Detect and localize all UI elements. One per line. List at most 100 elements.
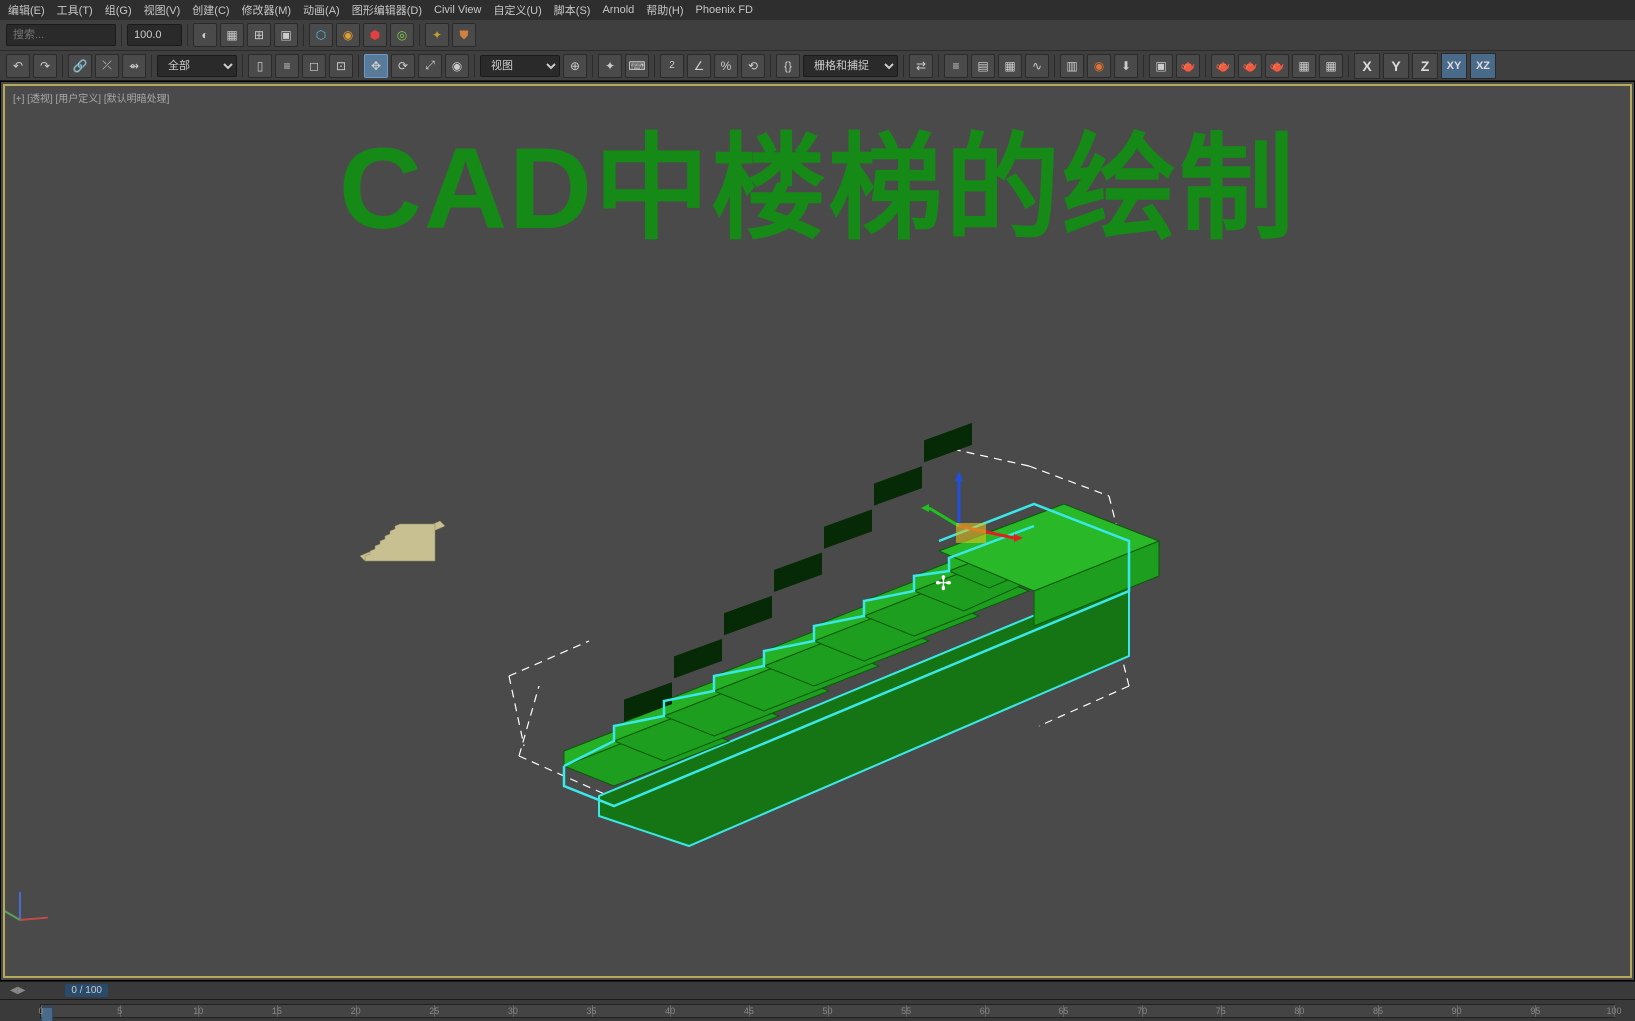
tool-btn-a7[interactable]: ⬢ [363, 23, 387, 47]
time-tick-label: 10 [193, 1006, 203, 1016]
axis-z-button[interactable]: Z [1412, 53, 1438, 79]
time-tick-label: 85 [1373, 1006, 1383, 1016]
menu-arnold[interactable]: Arnold [602, 4, 634, 16]
tool-btn-a2[interactable]: ▦ [220, 23, 244, 47]
time-tick-label: 40 [665, 1006, 675, 1016]
snap-percent-button[interactable]: % [714, 54, 738, 78]
time-tick-label: 80 [1294, 1006, 1304, 1016]
time-slider-track[interactable]: 0510152025303540455055606570758085909510… [0, 999, 1635, 1021]
tool-btn-a5[interactable]: ⬡ [309, 23, 333, 47]
timeline-bar: ◀▶ 0 / 100 [0, 981, 1635, 999]
keyboard-shortcut-button[interactable]: ⌨ [625, 54, 649, 78]
use-center-button[interactable]: ⊕ [563, 54, 587, 78]
menu-modifiers[interactable]: 修改器(M) [242, 2, 292, 18]
menu-help[interactable]: 帮助(H) [646, 2, 683, 18]
title-overlay-text: CAD中楼梯的绘制 [339, 96, 1296, 262]
select-region-button[interactable]: ◻ [302, 54, 326, 78]
time-tick-label: 65 [1058, 1006, 1068, 1016]
select-manipulate-button[interactable]: ✦ [598, 54, 622, 78]
spinner-input[interactable] [127, 24, 182, 46]
undo-button[interactable]: ↶ [6, 54, 30, 78]
link-button[interactable]: 🔗 [68, 54, 92, 78]
menu-scripting[interactable]: 脚本(S) [554, 2, 591, 18]
select-object-button[interactable]: ▯ [248, 54, 272, 78]
time-tick-label: 0 [38, 1006, 43, 1016]
viewport-axis-tripod-icon [20, 881, 60, 921]
selection-filter-dropdown[interactable]: 全部 [157, 55, 237, 77]
axis-y-button[interactable]: Y [1383, 53, 1409, 79]
bind-button[interactable]: ⇴ [122, 54, 146, 78]
toolbar-container: ◐ ▦ ⊞ ▣ ⬡ ◉ ⬢ ◎ ✦ ⛊ ↶ ↷ 🔗 ⤫ ⇴ 全部 ▯ ≡ ◻ ⊡… [0, 20, 1635, 81]
render-1[interactable]: 🫖 [1211, 54, 1235, 78]
placement-button[interactable]: ◉ [445, 54, 469, 78]
redo-button[interactable]: ↷ [33, 54, 57, 78]
axis-x-button[interactable]: X [1354, 53, 1380, 79]
time-tick-label: 20 [351, 1006, 361, 1016]
menu-customize[interactable]: 自定义(U) [494, 2, 542, 18]
time-tick-label: 75 [1216, 1006, 1226, 1016]
time-tick-label: 70 [1137, 1006, 1147, 1016]
tool-btn-a4[interactable]: ▣ [274, 23, 298, 47]
edit-named-sel-button[interactable]: {} [776, 54, 800, 78]
spinner-snap-button[interactable]: ⟲ [741, 54, 765, 78]
tool-btn-a6[interactable]: ◉ [336, 23, 360, 47]
curve-editor-button[interactable]: ∿ [1025, 54, 1049, 78]
time-tick-label: 15 [272, 1006, 282, 1016]
snap-2d-button[interactable]: 2 [660, 54, 684, 78]
menu-tools[interactable]: 工具(T) [57, 2, 93, 18]
time-ruler[interactable]: 0510152025303540455055606570758085909510… [40, 1004, 1615, 1018]
render-5[interactable]: ▦ [1319, 54, 1343, 78]
viewport-label[interactable]: [+] [透视] [用户定义] [默认明暗处理] [13, 90, 169, 105]
select-by-name-button[interactable]: ≡ [275, 54, 299, 78]
menu-animation[interactable]: 动画(A) [303, 2, 340, 18]
tool-btn-a10[interactable]: ⛊ [452, 23, 476, 47]
render-production-button[interactable]: 🫖 [1176, 54, 1200, 78]
move-button[interactable]: ✥ [364, 54, 388, 78]
render-frame-button[interactable]: ▣ [1149, 54, 1173, 78]
menu-edit[interactable]: 编辑(E) [8, 2, 45, 18]
perspective-viewport[interactable]: [+] [透视] [用户定义] [默认明暗处理] CAD中楼梯的绘制 [3, 84, 1632, 978]
schematic-view-button[interactable]: ▥ [1060, 54, 1084, 78]
time-tick-label: 60 [980, 1006, 990, 1016]
rotate-button[interactable]: ⟳ [391, 54, 415, 78]
timeline-arrow-icon[interactable]: ◀▶ [10, 985, 25, 996]
timeline-position-label: 0 / 100 [65, 984, 108, 997]
render-2[interactable]: 🫖 [1238, 54, 1262, 78]
time-tick-label: 95 [1530, 1006, 1540, 1016]
menu-graph-editors[interactable]: 图形编辑器(D) [352, 2, 422, 18]
time-tick-label: 25 [429, 1006, 439, 1016]
tool-btn-a8[interactable]: ◎ [390, 23, 414, 47]
toolbar-row-1: ◐ ▦ ⊞ ▣ ⬡ ◉ ⬢ ◎ ✦ ⛊ [0, 20, 1635, 50]
time-tick-label: 35 [587, 1006, 597, 1016]
ref-coord-dropdown[interactable]: 视图 [480, 55, 560, 77]
named-selection-dropdown[interactable]: 栅格和捕捉 [803, 55, 898, 77]
search-input[interactable] [6, 24, 116, 46]
small-stair-object[interactable] [350, 506, 450, 566]
tool-btn-a1[interactable]: ◐ [193, 23, 217, 47]
staircase-object[interactable] [469, 376, 1069, 776]
snap-angle-button[interactable]: ∠ [687, 54, 711, 78]
render-4[interactable]: ▦ [1292, 54, 1316, 78]
align-button[interactable]: ≡ [944, 54, 968, 78]
menu-civil-view[interactable]: Civil View [434, 4, 481, 16]
toggle-ribbon-button[interactable]: ▦ [998, 54, 1022, 78]
material-editor-button[interactable]: ◉ [1087, 54, 1111, 78]
mirror-button[interactable]: ⇄ [909, 54, 933, 78]
layer-explorer-button[interactable]: ▤ [971, 54, 995, 78]
time-tick-label: 55 [901, 1006, 911, 1016]
menu-view[interactable]: 视图(V) [144, 2, 181, 18]
axis-xy-button[interactable]: XY [1441, 53, 1467, 79]
time-tick-label: 50 [822, 1006, 832, 1016]
menu-phoenix[interactable]: Phoenix FD [696, 4, 753, 16]
render-3[interactable]: 🫖 [1265, 54, 1289, 78]
menu-create[interactable]: 创建(C) [192, 2, 229, 18]
stair-geometry [564, 422, 1159, 845]
render-setup-button[interactable]: ⬇ [1114, 54, 1138, 78]
window-crossing-button[interactable]: ⊡ [329, 54, 353, 78]
scale-button[interactable]: ⤢ [418, 54, 442, 78]
tool-btn-a9[interactable]: ✦ [425, 23, 449, 47]
menu-group[interactable]: 组(G) [105, 2, 132, 18]
unlink-button[interactable]: ⤫ [95, 54, 119, 78]
axis-xz-button[interactable]: XZ [1470, 53, 1496, 79]
tool-btn-a3[interactable]: ⊞ [247, 23, 271, 47]
